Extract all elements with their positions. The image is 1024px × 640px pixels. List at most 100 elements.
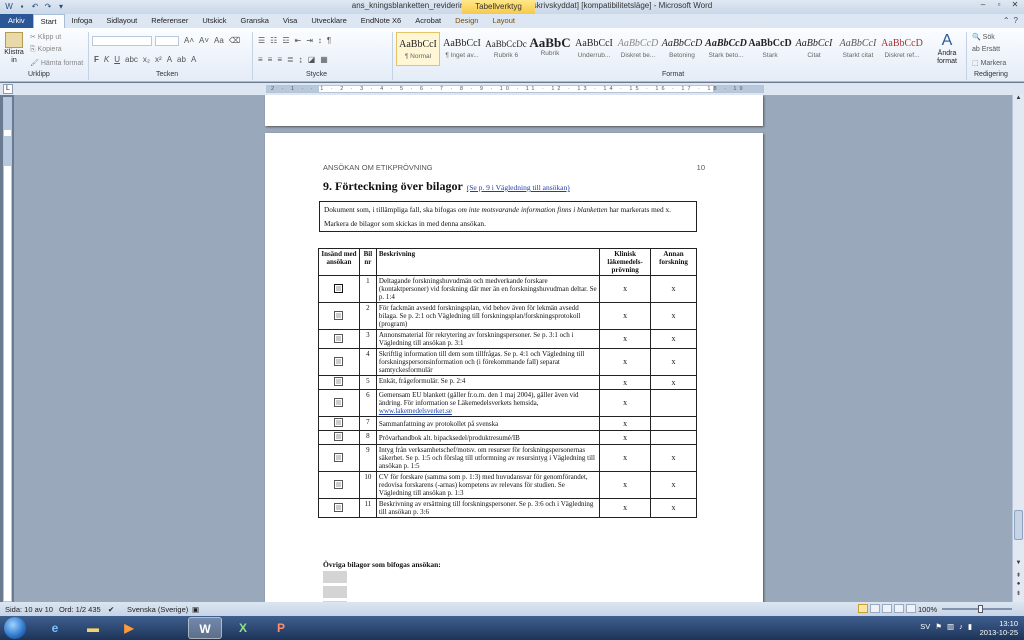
sort-icon[interactable]: ↕ xyxy=(318,36,322,45)
shading-icon[interactable]: ◪ xyxy=(308,55,316,64)
zoom-slider-knob[interactable] xyxy=(978,605,983,613)
align-left-icon[interactable]: ≡ xyxy=(258,55,263,64)
style-subtle-reference[interactable]: AaBbCcD Diskret ref... xyxy=(880,32,924,66)
internet-explorer-icon[interactable]: e xyxy=(38,617,72,639)
macro-record-icon[interactable]: ▣ xyxy=(192,605,199,614)
justify-icon[interactable]: ≣ xyxy=(287,55,294,64)
font-name-select[interactable] xyxy=(92,36,152,46)
tab-view[interactable]: Visa xyxy=(276,14,304,28)
paste-button[interactable]: Klistra in xyxy=(4,32,24,65)
tab-home[interactable]: Start xyxy=(32,14,65,28)
style-intense-quote[interactable]: AaBbCcI Starkt citat xyxy=(836,32,880,66)
style-strong[interactable]: AaBbCcD Stark xyxy=(748,32,792,66)
vertical-scrollbar[interactable]: ▲ ▼ ⇞ ● ⇟ xyxy=(1012,95,1024,602)
next-page-icon[interactable]: ⇟ xyxy=(1013,590,1024,600)
guide-link[interactable]: (Se p. 9 i Vägledning till ansökan) xyxy=(467,183,570,192)
superscript-icon[interactable]: x² xyxy=(155,55,162,64)
italic-button[interactable]: K xyxy=(104,55,109,64)
outline-view-icon[interactable] xyxy=(894,604,904,613)
text-effects-icon[interactable]: A xyxy=(167,55,172,64)
spelling-icon[interactable]: ✔ xyxy=(108,605,114,614)
tab-references[interactable]: Referenser xyxy=(144,14,195,28)
tray-power-icon[interactable]: ▮ xyxy=(968,622,972,631)
highlight-icon[interactable]: ab xyxy=(177,55,186,64)
file-explorer-icon[interactable]: ▬ xyxy=(76,617,110,639)
taskbar-clock[interactable]: 13:10 2013-10-25 xyxy=(980,619,1018,637)
attachment-checkbox[interactable] xyxy=(334,418,344,427)
tab-review[interactable]: Granska xyxy=(234,14,276,28)
help-icon[interactable]: ? xyxy=(1014,16,1018,25)
word-taskbar-icon[interactable]: W xyxy=(188,617,222,639)
copy-button[interactable]: ⎘ Kopiera xyxy=(30,46,62,54)
attachment-checkbox[interactable] xyxy=(334,333,344,343)
status-words[interactable]: Ord: 1/2 435 xyxy=(59,605,101,614)
tab-table-layout[interactable]: Layout xyxy=(485,14,522,28)
format-painter-button[interactable]: 🖌 Hämta format xyxy=(30,59,83,67)
increase-indent-icon[interactable]: ⇥ xyxy=(306,36,313,45)
decrease-indent-icon[interactable]: ⇤ xyxy=(295,36,302,45)
scroll-down-icon[interactable]: ▼ xyxy=(1013,560,1024,570)
shrink-font-icon[interactable]: A˅ xyxy=(199,36,209,45)
font-color-icon[interactable]: A xyxy=(191,55,196,64)
tab-insert[interactable]: Infoga xyxy=(65,14,100,28)
style-heading-6[interactable]: AaBbCcDc Rubrik 6 xyxy=(484,32,528,66)
select-button[interactable]: ⬚ Markera xyxy=(972,59,1006,67)
full-screen-view-icon[interactable] xyxy=(870,604,880,613)
attachment-checkbox[interactable] xyxy=(334,356,344,366)
vertical-ruler[interactable] xyxy=(3,97,12,602)
tray-volume-icon[interactable]: ♪ xyxy=(959,622,963,631)
style-intense-emphasis[interactable]: AaBbCcD Stark beto... xyxy=(704,32,748,66)
style-quote[interactable]: AaBbCcI Citat xyxy=(792,32,836,66)
find-button[interactable]: 🔍 Sök xyxy=(972,33,995,41)
document-workspace[interactable]: ANSÖKAN OM ETIKPRÖVNING 10 9. Förtecknin… xyxy=(14,95,1012,602)
excel-taskbar-icon[interactable]: X xyxy=(226,617,260,639)
print-layout-view-icon[interactable] xyxy=(858,604,868,613)
web-layout-view-icon[interactable] xyxy=(882,604,892,613)
show-formatting-icon[interactable]: ¶ xyxy=(327,36,331,45)
document-page[interactable]: ANSÖKAN OM ETIKPRÖVNING 10 9. Förtecknin… xyxy=(265,133,763,602)
style-emphasis[interactable]: AaBbCcD Betoning xyxy=(660,32,704,66)
zoom-slider[interactable] xyxy=(942,608,1012,610)
subscript-icon[interactable]: x₂ xyxy=(143,55,150,64)
tab-table-design[interactable]: Design xyxy=(448,14,485,28)
style-subtitle[interactable]: AaBbCcI Underrub... xyxy=(572,32,616,66)
powerpoint-taskbar-icon[interactable]: P xyxy=(264,617,298,639)
attachment-checkbox[interactable] xyxy=(334,452,344,462)
maximize-button[interactable]: ▫ xyxy=(992,0,1006,10)
style-subtle-emphasis[interactable]: AaBbCcD Diskret be... xyxy=(616,32,660,66)
attachment-checkbox[interactable] xyxy=(334,310,344,320)
grow-font-icon[interactable]: A˄ xyxy=(184,36,194,45)
attachment-checkbox[interactable] xyxy=(334,397,344,407)
attachment-checkbox[interactable] xyxy=(334,479,344,489)
ribbon-minimize-icon[interactable]: ⌃ xyxy=(1003,16,1010,25)
attachment-checkbox[interactable] xyxy=(334,502,344,512)
cut-button[interactable]: ✂ Klipp ut xyxy=(30,33,61,41)
scroll-up-icon[interactable]: ▲ xyxy=(1013,95,1024,105)
style-no-spacing[interactable]: AaBbCcI ¶ Inget av... xyxy=(440,32,484,66)
media-player-icon[interactable]: ▶ xyxy=(112,617,146,639)
tab-selector[interactable]: L xyxy=(3,84,13,94)
zoom-level[interactable]: 100% xyxy=(918,605,937,614)
tab-endnote[interactable]: EndNote X6 xyxy=(354,14,408,28)
borders-icon[interactable]: ▦ xyxy=(320,55,328,64)
change-case-icon[interactable]: Aa xyxy=(214,36,224,45)
status-page[interactable]: Sida: 10 av 10 xyxy=(5,605,53,614)
draft-view-icon[interactable] xyxy=(906,604,916,613)
tab-acrobat[interactable]: Acrobat xyxy=(408,14,448,28)
numbering-icon[interactable]: ☷ xyxy=(270,36,277,45)
lakemedelsverket-link[interactable]: www.lakemedelsverket.se xyxy=(379,407,452,415)
status-language[interactable]: Svenska (Sverige) xyxy=(127,605,188,614)
style-title[interactable]: AaBbC Rubrik xyxy=(528,32,572,66)
scrollbar-thumb[interactable] xyxy=(1014,510,1023,540)
line-spacing-icon[interactable]: ↨ xyxy=(299,55,303,64)
tab-file[interactable]: Arkiv xyxy=(0,14,33,28)
attachment-checkbox[interactable] xyxy=(334,283,344,293)
strikethrough-icon[interactable]: abc xyxy=(125,55,138,64)
replace-button[interactable]: ab Ersätt xyxy=(972,46,1000,53)
attachment-checkbox[interactable] xyxy=(334,432,344,441)
attachment-checkbox[interactable] xyxy=(334,377,344,386)
form-field[interactable] xyxy=(323,571,347,583)
change-styles-button[interactable]: A Ändra format xyxy=(932,32,962,66)
bullets-icon[interactable]: ☰ xyxy=(258,36,265,45)
underline-button[interactable]: U xyxy=(114,55,120,64)
